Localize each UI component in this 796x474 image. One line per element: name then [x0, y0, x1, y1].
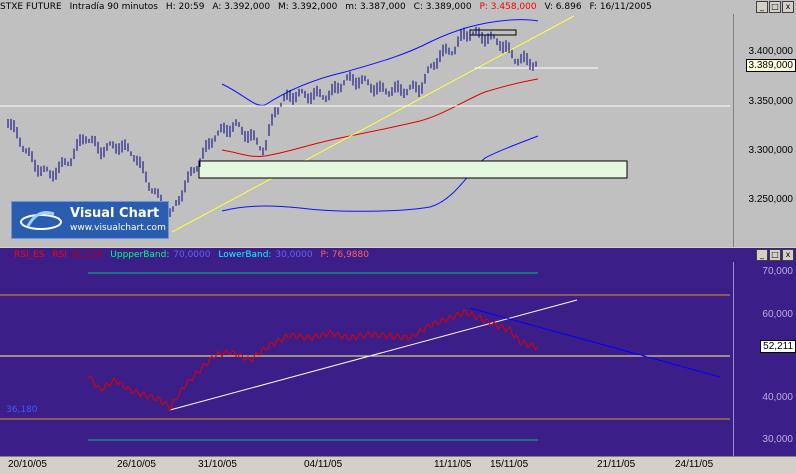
resistance-box [470, 30, 516, 35]
rsi-tick: 70,000 [762, 266, 793, 277]
rsi-tick: 60,000 [762, 309, 793, 320]
rsi-tick: 40,000 [762, 392, 793, 403]
date-tick: 21/11/05 [597, 459, 635, 470]
p-value: P: 3.458,000 [479, 2, 536, 12]
visual-chart-logo: Visual Chart www.visualchart.com [11, 201, 169, 239]
rsi-trend-up [170, 300, 577, 410]
window-controls: _ □ x [756, 249, 794, 261]
rsi-trend-down [470, 308, 720, 377]
upper-band-value: 70,0000 [173, 250, 210, 260]
date-tick: 20/10/05 [8, 459, 47, 470]
price-tick: 3.350,000 [749, 96, 794, 107]
symbol-label: STXE FUTURE [0, 2, 62, 12]
volume-value: V: 6.896 [544, 2, 581, 12]
price-tick: 3.400,000 [749, 46, 794, 57]
close-button[interactable]: x [782, 1, 794, 13]
upper-band-label: UppperBand: [110, 250, 169, 260]
maximize-button[interactable]: □ [769, 1, 781, 13]
support-zone [199, 161, 627, 178]
date-tick: 11/11/05 [434, 459, 471, 470]
window-controls: _ □ x [756, 1, 794, 13]
open-value: A: 3.392,000 [212, 2, 270, 12]
min-value: m: 3.387,000 [345, 2, 405, 12]
date-tick: 31/10/05 [198, 459, 237, 470]
rsi-left-marker: 36,180 [6, 405, 38, 415]
date-axis[interactable]: 20/10/05 26/10/05 31/10/05 04/11/05 11/1… [0, 456, 796, 474]
rsi-label: RSI [52, 250, 67, 260]
date-tick: 15/11/05 [490, 459, 528, 470]
rsi-tick: 30,000 [762, 434, 793, 445]
rsi-pane[interactable]: RSI_ES RSI 52,210 UppperBand: 70,0000 Lo… [0, 248, 796, 456]
price-tick: 3.300,000 [749, 145, 794, 156]
lower-band-label: LowerBand: [218, 250, 271, 260]
minimize-button[interactable]: _ [756, 1, 768, 13]
close-button[interactable]: x [782, 249, 794, 261]
rsi-header: RSI_ES RSI 52,210 UppperBand: 70,0000 Lo… [0, 248, 796, 262]
logo-icon [16, 204, 66, 236]
hour-value: H: 20:59 [166, 2, 205, 12]
price-pane[interactable]: STXE FUTURE Intradía 90 minutos H: 20:59… [0, 0, 796, 247]
rsi-chart[interactable] [0, 262, 733, 456]
price-tick: 3.250,000 [749, 194, 794, 205]
timeframe-label: Intradía 90 minutos [70, 2, 158, 12]
price-header: STXE FUTURE Intradía 90 minutos H: 20:59… [0, 0, 796, 14]
lower-band-value: 30,0000 [275, 250, 312, 260]
rsi-axis[interactable]: 70,000 60,000 40,000 30,000 52,211 [733, 262, 796, 456]
date-tick: 04/11/05 [304, 459, 342, 470]
current-rsi-badge: 52,211 [760, 340, 796, 353]
rsi-p-value: P: 76,9880 [320, 250, 369, 260]
rsi-line [88, 310, 538, 411]
date-value: F: 16/11/2005 [589, 2, 651, 12]
maximize-button[interactable]: □ [769, 249, 781, 261]
price-axis[interactable]: 3.400,000 3.350,000 3.300,000 3.250,000 … [733, 14, 796, 247]
date-tick: 26/10/05 [117, 459, 156, 470]
logo-url: www.visualchart.com [70, 223, 166, 233]
rsi-current: 52,210 [71, 250, 103, 260]
price-bars [8, 27, 536, 219]
minimize-button[interactable]: _ [756, 249, 768, 261]
close-value: C: 3.389,000 [414, 2, 472, 12]
max-value: M: 3.392,000 [278, 2, 337, 12]
logo-title: Visual Chart [70, 206, 159, 221]
current-price-badge: 3.389,000 [746, 59, 796, 72]
rsi-name: RSI_ES [14, 250, 45, 260]
date-tick: 24/11/05 [675, 459, 713, 470]
trend-line [172, 16, 574, 232]
